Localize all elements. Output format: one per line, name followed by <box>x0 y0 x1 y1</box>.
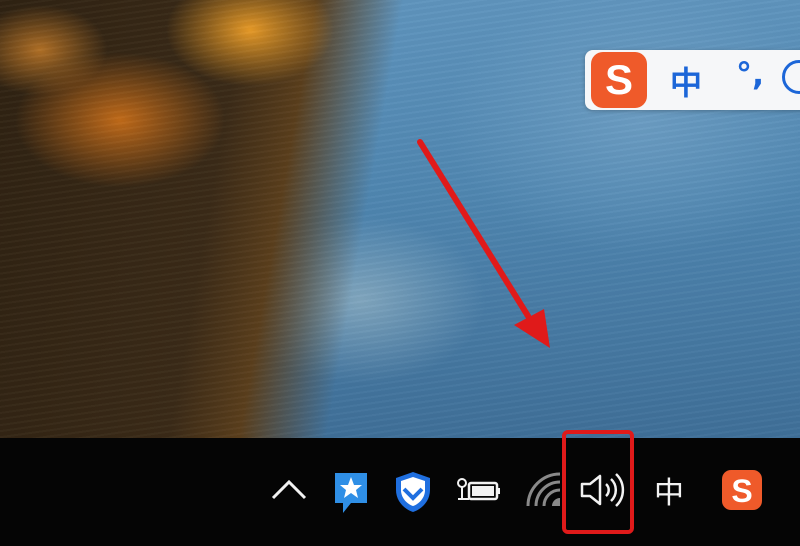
star-badge-icon <box>335 473 367 513</box>
battery-icon <box>457 478 500 501</box>
sogou-tray-letter: S <box>731 473 752 509</box>
shield-check-icon <box>396 472 430 512</box>
battery-status[interactable] <box>455 475 501 507</box>
volume-highlight-box <box>562 430 634 534</box>
tray-app-star[interactable] <box>331 469 371 517</box>
sogou-icon: S <box>722 470 762 510</box>
show-hidden-icons-button[interactable] <box>268 468 310 512</box>
sogou-tray-button[interactable]: S <box>720 468 764 512</box>
input-method-indicator[interactable]: 中 <box>650 468 688 512</box>
ime-mode-toggle[interactable]: 中 <box>670 58 702 104</box>
sogou-logo-letter: S <box>604 56 633 103</box>
ime-punctuation-toggle[interactable]: °, <box>736 55 764 93</box>
tray-security-app[interactable] <box>392 470 434 514</box>
chevron-up-icon <box>271 479 307 500</box>
sogou-logo-icon[interactable]: S <box>591 52 647 108</box>
